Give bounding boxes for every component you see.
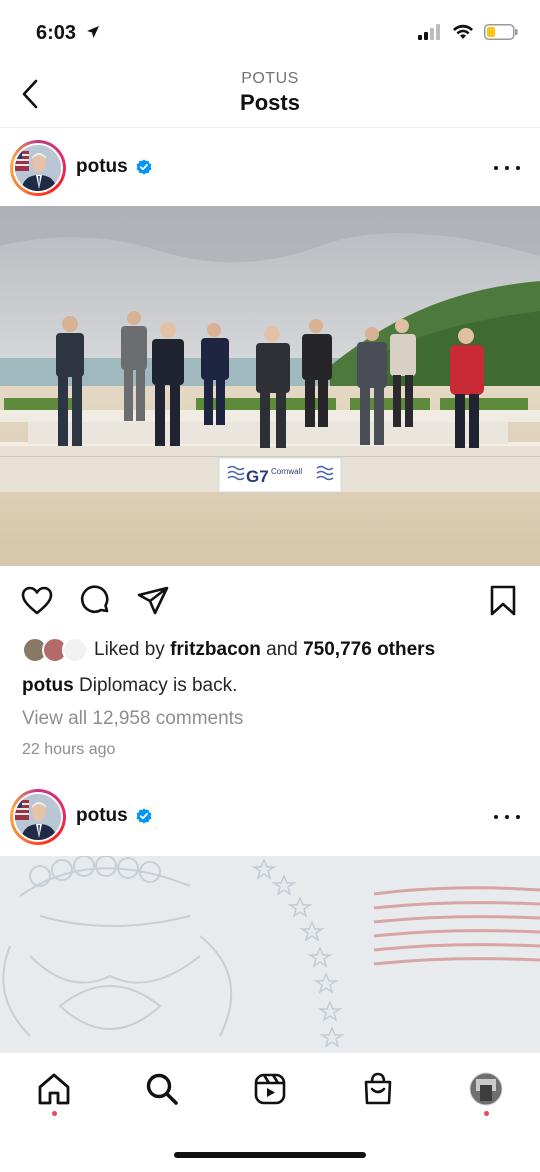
avatar[interactable]: [10, 140, 66, 196]
post-header: potus: [0, 777, 540, 855]
liked-by-prefix: Liked by: [94, 639, 165, 660]
page-title: Posts: [240, 90, 300, 115]
caption-username[interactable]: potus: [22, 675, 74, 696]
avatar[interactable]: [10, 789, 66, 845]
cellular-signal-icon: [418, 24, 440, 40]
header-subtitle: POTUS: [241, 70, 299, 87]
g7-group-photo: G7 Cornwall: [0, 206, 540, 566]
view-comments-link[interactable]: View all 12,958 comments: [22, 708, 243, 730]
post-timestamp: 22 hours ago: [22, 741, 116, 758]
liked-by-avatars: [22, 636, 90, 664]
tab-home[interactable]: [32, 1067, 76, 1111]
more-options-button[interactable]: [494, 158, 520, 178]
location-arrow-icon: [87, 26, 99, 38]
tab-search[interactable]: [140, 1067, 184, 1111]
comment-icon[interactable]: [78, 584, 112, 618]
post-photo[interactable]: G7 Cornwall: [0, 206, 540, 566]
liked-avatar-3: [62, 637, 88, 663]
post-header: potus: [0, 128, 540, 206]
post-username[interactable]: potus: [76, 156, 128, 178]
post-username[interactable]: potus: [76, 805, 128, 827]
status-time: 6:03: [36, 22, 77, 44]
verified-badge-icon: [136, 159, 152, 175]
home-icon: [38, 1073, 70, 1105]
avatar-image: [15, 145, 61, 191]
post-photo[interactable]: [0, 856, 540, 1052]
liked-by-and: and: [266, 639, 298, 660]
verified-badge-icon: [136, 808, 152, 824]
banner-cornwall-label: Cornwall: [271, 467, 302, 476]
presidential-seal-paper-image: [0, 856, 540, 1052]
search-icon: [146, 1073, 178, 1105]
home-active-indicator: [52, 1111, 57, 1116]
bookmark-icon[interactable]: [488, 584, 518, 618]
tab-reels[interactable]: [248, 1067, 292, 1111]
profile-avatar: [469, 1072, 503, 1106]
post-actions: [0, 580, 540, 624]
caption-text: Diplomacy is back.: [79, 675, 238, 696]
home-indicator: [174, 1152, 366, 1158]
share-icon[interactable]: [136, 584, 170, 618]
header: POTUS Posts: [0, 62, 540, 128]
liked-by-user[interactable]: fritzbacon: [170, 639, 261, 660]
likes-text: Liked by fritzbacon and 750,776 others: [94, 639, 435, 661]
avatar-image: [15, 794, 61, 840]
shop-icon: [364, 1072, 392, 1105]
profile-notification-dot: [484, 1111, 489, 1116]
wifi-icon: [453, 24, 473, 39]
heart-icon[interactable]: [20, 584, 54, 618]
banner-g7-label: G7: [246, 467, 269, 486]
more-options-button[interactable]: [494, 807, 520, 827]
likes-row[interactable]: Liked by fritzbacon and 750,776 others: [22, 636, 435, 664]
tab-shop[interactable]: [356, 1067, 400, 1111]
status-bar: 6:03: [0, 0, 540, 62]
battery-icon: [484, 24, 518, 40]
tab-profile[interactable]: [464, 1067, 508, 1111]
liked-by-others[interactable]: 750,776 others: [303, 639, 435, 660]
reels-icon: [254, 1073, 286, 1105]
post-caption: potus Diplomacy is back.: [22, 675, 237, 697]
